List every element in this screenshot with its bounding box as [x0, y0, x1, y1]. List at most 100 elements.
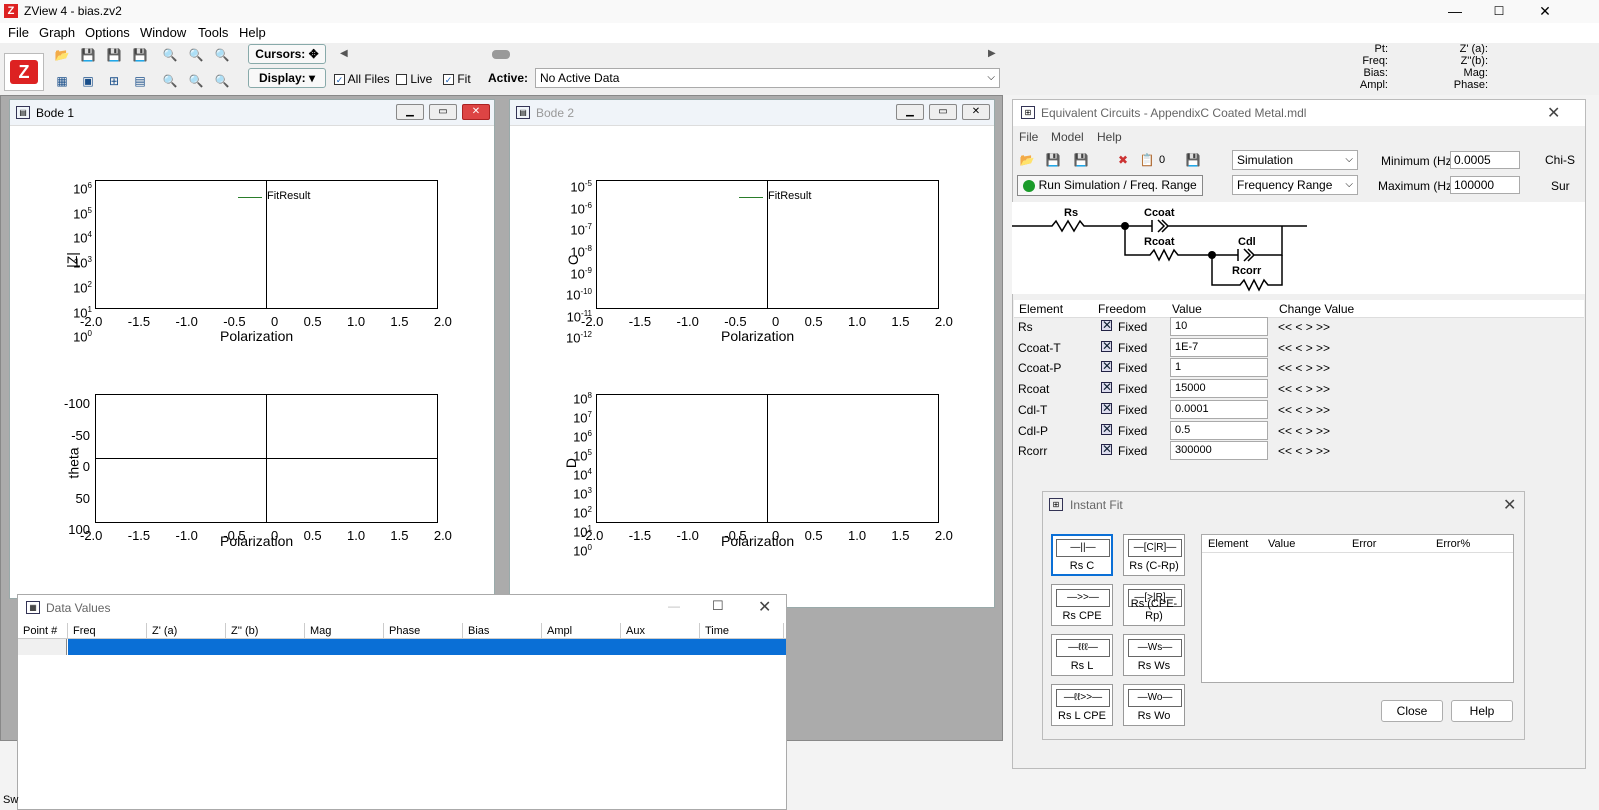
live-checkbox[interactable]: Live	[396, 72, 432, 86]
instant-fit-close-button[interactable]: Close	[1381, 700, 1443, 722]
value-input[interactable]: 15000	[1170, 379, 1268, 399]
maximize-button[interactable]: ☐	[1476, 0, 1522, 23]
minimize-icon[interactable]: ▁	[396, 104, 424, 120]
circuit-canvas[interactable]	[1312, 202, 1585, 294]
fixed-checkbox-icon[interactable]: ✕	[1101, 340, 1112, 352]
maximize-icon[interactable]: ▭	[429, 104, 457, 120]
table-icon[interactable]: ▦	[52, 71, 72, 91]
instant-fit-model-button[interactable]: —[C|R]— Rs (C-Rp)	[1123, 534, 1185, 576]
zoom-in-2-icon[interactable]: 🔍	[160, 71, 180, 91]
close-icon[interactable]: ✕	[1503, 495, 1516, 515]
bode2-titlebar[interactable]: ▤ Bode 2 ▁ ▭ ✕	[510, 100, 994, 126]
fit-checkbox[interactable]: ✓ Fit	[443, 72, 471, 86]
close-icon[interactable]: ✕	[962, 104, 990, 120]
value-input[interactable]: 300000	[1170, 441, 1268, 461]
value-input[interactable]: 0.5	[1170, 420, 1268, 440]
ec-menu-file[interactable]: File	[1019, 130, 1038, 144]
change-value-arrows[interactable]: << < > >>	[1278, 320, 1330, 334]
zoom-fit-2-icon[interactable]: 🔍	[212, 71, 232, 91]
graph-icon[interactable]: ▣	[78, 71, 98, 91]
minimize-icon[interactable]: —	[668, 599, 680, 613]
ec-menu-help[interactable]: Help	[1097, 130, 1122, 144]
instant-fit-model-button[interactable]: —Ws— Rs Ws	[1123, 634, 1185, 676]
open-icon[interactable]: 📂	[1017, 150, 1037, 170]
save-icon[interactable]: 💾	[78, 45, 98, 65]
value-input[interactable]: 0.0001	[1170, 399, 1268, 419]
instant-fit-help-button[interactable]: Help	[1451, 700, 1513, 722]
row-selector[interactable]	[18, 639, 67, 655]
change-value-arrows[interactable]: << < > >>	[1278, 444, 1330, 458]
circuit-diagram[interactable]: Rs Ccoat Rcoat Cdl Rcorr	[1012, 202, 1312, 294]
save-as-icon[interactable]: 💾	[104, 45, 124, 65]
bode2-top-plot[interactable]: FitResult	[596, 180, 939, 309]
minimize-icon[interactable]: ▁	[896, 104, 924, 120]
close-icon[interactable]: ✕	[758, 597, 771, 617]
paste-icon[interactable]: 📋	[1137, 150, 1157, 170]
value-input[interactable]: 1	[1170, 358, 1268, 378]
menu-tools[interactable]: Tools	[198, 25, 228, 40]
change-value-arrows[interactable]: << < > >>	[1278, 341, 1330, 355]
zoom-out-2-icon[interactable]: 🔍	[186, 71, 206, 91]
fixed-checkbox-icon[interactable]: ✕	[1101, 319, 1112, 331]
zoom-fit-icon[interactable]: 🔍	[212, 45, 232, 65]
open-icon[interactable]: 📂	[52, 45, 72, 65]
instant-fit-model-button[interactable]: —ℓℓ>>— Rs L CPE	[1051, 684, 1113, 726]
selected-row[interactable]	[68, 639, 786, 655]
save-as-icon[interactable]: 💾	[1071, 150, 1091, 170]
close-icon[interactable]: ✕	[1547, 103, 1560, 123]
save-model-icon[interactable]: 💾	[1183, 150, 1203, 170]
element-row[interactable]: Ccoat-P ✕ Fixed 1 << < > >>	[1016, 358, 1566, 378]
instant-fit-model-button[interactable]: —[>|R]— Rs (CPE-Rp)	[1123, 584, 1185, 626]
value-input[interactable]: 10	[1170, 317, 1268, 336]
close-button[interactable]: ✕	[1522, 0, 1568, 23]
bode2-bottom-plot[interactable]	[596, 394, 939, 523]
bode1-titlebar[interactable]: ▤ Bode 1 ▁ ▭ ✕	[10, 100, 494, 126]
fixed-checkbox-icon[interactable]: ✕	[1101, 423, 1112, 435]
all-files-checkbox[interactable]: ✓ All Files	[334, 72, 390, 86]
instant-fit-model-button[interactable]: —||— Rs C	[1051, 534, 1113, 576]
save-icon[interactable]: 💾	[1043, 150, 1063, 170]
menu-graph[interactable]: Graph	[39, 25, 75, 40]
data-values-titlebar[interactable]: ▦ Data Values — ☐ ✕	[18, 595, 786, 621]
maximize-icon[interactable]: ☐	[712, 598, 724, 614]
menu-help[interactable]: Help	[239, 25, 266, 40]
element-row[interactable]: Ccoat-T ✕ Fixed 1E-7 << < > >>	[1016, 337, 1566, 358]
circuit-icon[interactable]: ⊞	[104, 71, 124, 91]
change-value-arrows[interactable]: << < > >>	[1278, 382, 1330, 396]
max-freq-input[interactable]: 100000	[1450, 176, 1520, 194]
minimize-button[interactable]: —	[1432, 0, 1478, 23]
zoom-out-icon[interactable]: 🔍	[186, 45, 206, 65]
menu-file[interactable]: File	[8, 25, 29, 40]
instant-fit-icon[interactable]: ▤	[130, 71, 150, 91]
fixed-checkbox-icon[interactable]: ✕	[1101, 360, 1112, 373]
element-row[interactable]: Rcoat ✕ Fixed 15000 << < > >>	[1016, 379, 1566, 399]
delete-icon[interactable]: ✖	[1113, 150, 1133, 170]
fixed-checkbox-icon[interactable]: ✕	[1101, 443, 1112, 456]
zoom-in-icon[interactable]: 🔍	[160, 45, 180, 65]
fixed-checkbox-icon[interactable]: ✕	[1101, 402, 1112, 414]
element-row[interactable]: Cdl-T ✕ Fixed 0.0001 << < > >>	[1016, 399, 1566, 420]
range-select[interactable]: Frequency Range ⌵	[1232, 175, 1358, 195]
element-row[interactable]: Rcorr ✕ Fixed 300000 << < > >>	[1016, 441, 1566, 461]
active-data-select[interactable]: No Active Data ⌵	[535, 68, 1000, 88]
fixed-checkbox-icon[interactable]: ✕	[1101, 381, 1112, 394]
maximize-icon[interactable]: ▭	[929, 104, 957, 120]
ec-titlebar[interactable]: ⊞ Equivalent Circuits - AppendixC Coated…	[1013, 100, 1585, 126]
element-row[interactable]: Cdl-P ✕ Fixed 0.5 << < > >>	[1016, 420, 1566, 441]
zview-button[interactable]: Z	[4, 53, 44, 91]
close-icon[interactable]: ✕	[462, 104, 490, 120]
min-freq-input[interactable]: 0.0005	[1450, 151, 1520, 169]
scroll-left-icon[interactable]: ◀	[340, 48, 348, 59]
ec-menu-model[interactable]: Model	[1051, 130, 1084, 144]
bode1-bottom-plot[interactable]	[95, 394, 438, 523]
instant-fit-model-button[interactable]: —Wo— Rs Wo	[1123, 684, 1185, 726]
menu-options[interactable]: Options	[85, 25, 130, 40]
horizontal-scrollbar[interactable]: ◀ ▶	[340, 47, 1000, 63]
scroll-thumb[interactable]	[492, 50, 510, 59]
change-value-arrows[interactable]: << < > >>	[1278, 361, 1330, 375]
bode1-top-plot[interactable]: FitResult	[95, 180, 438, 309]
menu-window[interactable]: Window	[140, 25, 186, 40]
change-value-arrows[interactable]: << < > >>	[1278, 403, 1330, 417]
mode-select[interactable]: Simulation ⌵	[1232, 150, 1358, 170]
change-value-arrows[interactable]: << < > >>	[1278, 424, 1330, 438]
